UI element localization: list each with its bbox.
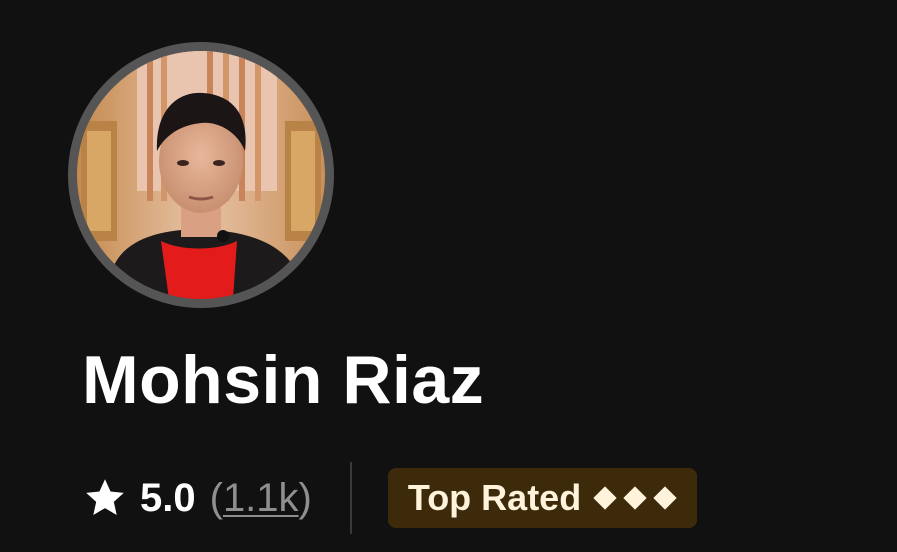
review-count[interactable]: 1.1k (223, 476, 299, 521)
review-count-close-paren: ) (298, 475, 312, 520)
star-icon (86, 479, 124, 516)
seller-meta-row: 5.0 ( 1.1k ) Top Rated (82, 462, 698, 534)
rating-value: 5.0 (140, 475, 196, 520)
badge-level-diamonds (591, 484, 679, 512)
seller-avatar-ring[interactable] (68, 42, 334, 308)
diamond-icon (623, 486, 647, 510)
seller-name[interactable]: Mohsin Riaz (82, 346, 484, 414)
seller-avatar[interactable] (77, 51, 325, 299)
meta-divider (349, 462, 352, 534)
review-count-open-paren: ( (209, 475, 223, 520)
review-count-link[interactable]: ( 1.1k ) (210, 476, 312, 521)
diamond-icon (593, 486, 617, 510)
badge-label: Top Rated (407, 477, 582, 518)
top-rated-badge[interactable]: Top Rated (387, 468, 698, 528)
diamond-icon (653, 486, 677, 510)
